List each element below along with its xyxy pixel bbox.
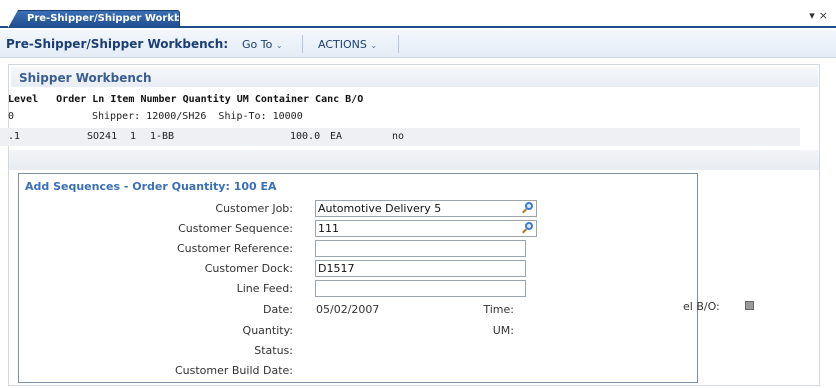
customer-reference-label: Customer Reference: bbox=[176, 242, 293, 255]
status-label: Status: bbox=[254, 344, 293, 357]
time-label: Time: bbox=[483, 303, 514, 316]
tab-label: Pre-Shipper/Shipper Workb... bbox=[27, 13, 180, 24]
tab-strip: Pre-Shipper/Shipper Workb... ▾× bbox=[0, 0, 836, 28]
customer-sequence-label: Customer Sequence: bbox=[178, 222, 293, 235]
cell-line: 1 bbox=[130, 131, 137, 142]
menu-bar: Pre-Shipper/Shipper Workbench: Go To ⌄ A… bbox=[0, 30, 836, 58]
chevron-down-icon: ⌄ bbox=[275, 41, 283, 50]
tab-corner bbox=[8, 10, 18, 28]
customer-job-value: Automotive Delivery 5 bbox=[318, 202, 442, 215]
cell-level: .1 bbox=[8, 131, 21, 142]
magnifier-icon[interactable] bbox=[522, 222, 534, 234]
customer-reference-field[interactable] bbox=[315, 240, 526, 257]
page-title: Pre-Shipper/Shipper Workbench: bbox=[6, 37, 229, 51]
cell-item: 1-BB bbox=[150, 131, 175, 142]
customer-job-label: Customer Job: bbox=[215, 202, 293, 215]
grid-header: Level Order Ln Item Number Quantity UM C… bbox=[8, 94, 364, 105]
dialog-title: Add Sequences - Order Quantity: 100 EA bbox=[25, 180, 277, 193]
customer-sequence-value: 111 bbox=[318, 222, 339, 235]
line-feed-field[interactable] bbox=[315, 280, 526, 297]
section-header: Shipper Workbench bbox=[11, 67, 818, 87]
um-label: UM: bbox=[492, 324, 514, 337]
customer-dock-field[interactable]: D1517 bbox=[315, 260, 526, 277]
add-sequences-dialog: Add Sequences - Order Quantity: 100 EA C… bbox=[18, 173, 698, 383]
menu-divider bbox=[398, 35, 399, 53]
section-title: Shipper Workbench bbox=[19, 71, 152, 85]
magnifier-icon[interactable] bbox=[522, 202, 534, 214]
menu-divider bbox=[302, 35, 303, 53]
window-controls: ▾× bbox=[809, 9, 832, 22]
cancel-bo-label: el B/O: bbox=[683, 300, 720, 313]
cell-quantity: 100.0 bbox=[290, 131, 321, 142]
chevron-down-icon: ⌄ bbox=[370, 41, 378, 50]
goto-label: Go To bbox=[242, 38, 273, 51]
tab-pre-shipper-workbench[interactable]: Pre-Shipper/Shipper Workb... bbox=[8, 10, 180, 28]
cancel-bo-checkbox[interactable] bbox=[745, 301, 754, 310]
customer-dock-value: D1517 bbox=[318, 262, 355, 275]
goto-menu[interactable]: Go To ⌄ bbox=[242, 38, 283, 51]
close-icon[interactable]: × bbox=[819, 9, 832, 22]
cell-level: 0 bbox=[8, 111, 15, 122]
actions-menu[interactable]: ACTIONS ⌄ bbox=[318, 38, 377, 51]
table-row[interactable]: 0 Shipper: 12000/SH26 Ship-To: 10000 bbox=[0, 108, 800, 126]
customer-dock-label: Customer Dock: bbox=[204, 262, 293, 275]
cell-order: SO241 bbox=[87, 131, 118, 142]
customer-sequence-field[interactable]: 111 bbox=[315, 220, 537, 237]
cell-shipper-info: Shipper: 12000/SH26 Ship-To: 10000 bbox=[92, 111, 303, 122]
cell-canc: no bbox=[392, 131, 405, 142]
chevron-down-icon[interactable]: ▾ bbox=[809, 9, 819, 22]
cell-um: EA bbox=[330, 131, 343, 142]
line-feed-label: Line Feed: bbox=[236, 282, 293, 295]
customer-build-date-label: Customer Build Date: bbox=[174, 364, 293, 377]
actions-label: ACTIONS bbox=[318, 38, 367, 51]
table-row[interactable]: .1 SO241 1 1-BB 100.0 EA no bbox=[0, 128, 800, 146]
divider-band bbox=[9, 150, 819, 170]
customer-job-field[interactable]: Automotive Delivery 5 bbox=[315, 200, 537, 217]
